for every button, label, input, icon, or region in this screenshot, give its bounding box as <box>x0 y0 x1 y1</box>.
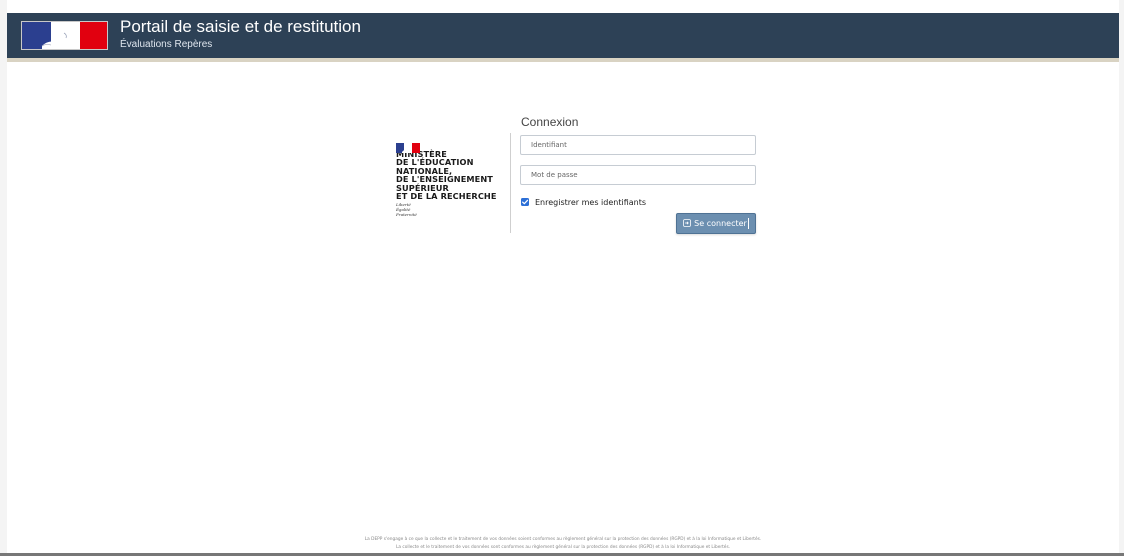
remember-me-row[interactable]: Enregistrer mes identifiants <box>521 196 646 208</box>
text-caret <box>747 218 749 229</box>
login-heading: Connexion <box>521 115 579 129</box>
identifier-input[interactable] <box>520 135 756 155</box>
footer-line-2: La collecte et le traitement de vos donn… <box>395 545 731 550</box>
app-header: Portail de saisie et de restitution Éval… <box>7 13 1119 58</box>
footer-line-1: La DEPP s'engage à ce que la collecte et… <box>364 537 762 542</box>
password-input[interactable] <box>520 165 756 185</box>
login-button[interactable]: Se connecter <box>676 213 756 234</box>
header-stripe <box>7 58 1119 62</box>
vertical-divider <box>510 133 511 233</box>
marianne-flag-icon[interactable] <box>21 21 108 50</box>
portal-subtitle: Évaluations Repères <box>120 39 213 50</box>
ministry-name: MINISTÈRE DE L'ÉDUCATION NATIONALE, DE L… <box>396 149 497 202</box>
remember-checkbox[interactable] <box>521 198 529 206</box>
portal-title: Portail de saisie et de restitution <box>120 17 361 36</box>
ministry-motto: Liberté Égalité Fraternité <box>396 202 417 217</box>
window-frame-left <box>0 0 7 556</box>
footer: La DEPP s'engage à ce que la collecte et… <box>7 536 1119 552</box>
check-icon <box>522 199 529 205</box>
ministry-logo-block: MINISTÈRE DE L'ÉDUCATION NATIONALE, DE L… <box>396 138 506 217</box>
top-strip <box>7 0 1119 13</box>
login-button-label: Se connecter <box>694 219 747 228</box>
login-icon <box>683 218 691 229</box>
window-frame-right <box>1119 0 1124 556</box>
ministry-flag-icon <box>396 138 420 153</box>
remember-label: Enregistrer mes identifiants <box>535 197 647 207</box>
